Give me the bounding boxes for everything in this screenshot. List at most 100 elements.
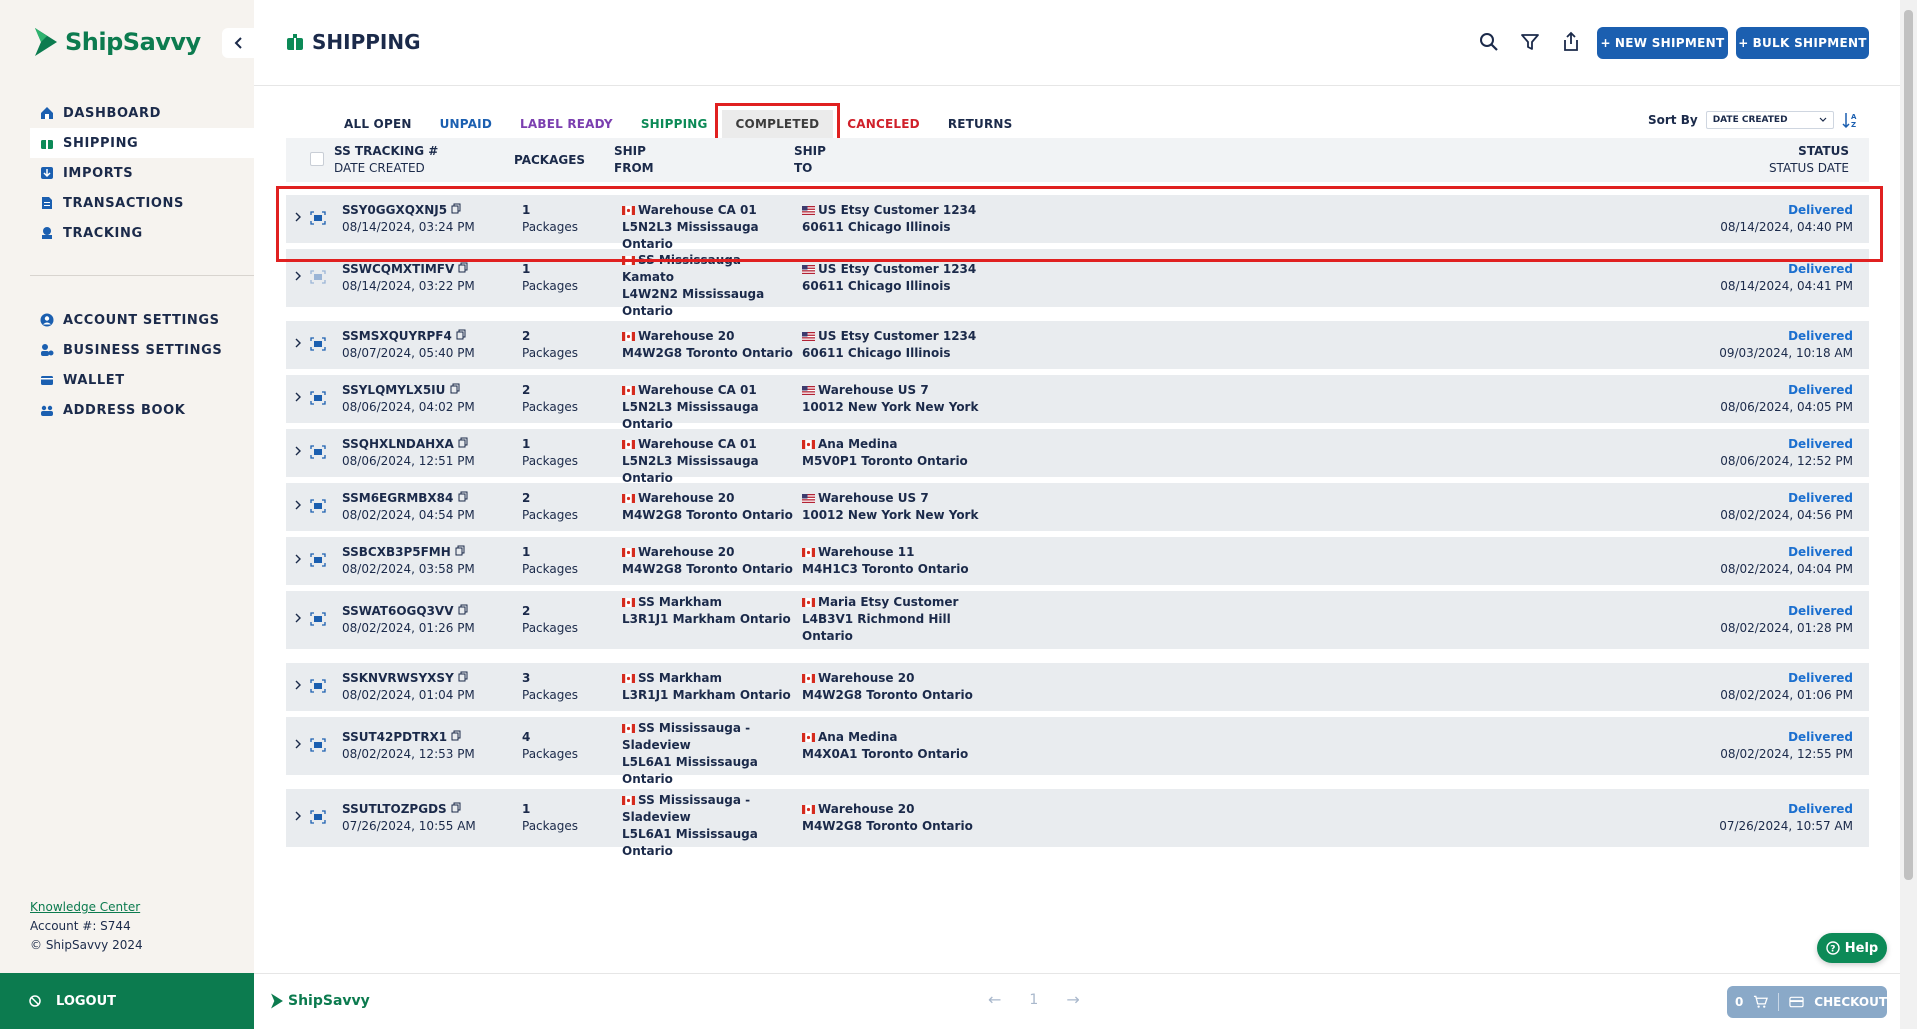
expand-row-button[interactable]: [294, 337, 302, 354]
sort-direction-icon[interactable]: AZ: [1842, 111, 1858, 129]
sidebar-item-business-settings[interactable]: BUSINESS SETTINGS: [30, 335, 254, 365]
copy-icon[interactable]: [450, 383, 460, 394]
packages-cell: 3 Packages: [522, 670, 578, 704]
table-row[interactable]: SSWCQMXTIMFV 08/14/2024, 03:22 PM 1 Packag…: [286, 249, 1869, 318]
search-button[interactable]: [1477, 30, 1501, 54]
expand-row-button[interactable]: [294, 211, 302, 228]
arrow-right-icon[interactable]: →: [1066, 990, 1079, 1009]
arrow-left-icon[interactable]: ←: [988, 990, 1001, 1009]
tracking-number[interactable]: SSM6EGRMBX84: [342, 491, 453, 505]
packages-label: Packages: [522, 220, 578, 234]
sort-select[interactable]: DATE CREATED: [1705, 111, 1834, 129]
scrollbar-thumb[interactable]: [1904, 10, 1913, 880]
select-all-checkbox[interactable]: [310, 152, 324, 166]
tracking-number[interactable]: SSUT42PDTRX1: [342, 730, 447, 744]
tab-all-open[interactable]: ALL OPEN: [330, 110, 426, 138]
expand-row-button[interactable]: [294, 270, 302, 287]
table-row[interactable]: SSQHXLNDAHXA 08/06/2024, 12:51 PM 1 Packag…: [286, 429, 1869, 485]
expand-row-button[interactable]: [294, 445, 302, 462]
tracking-number[interactable]: SSQHXLNDAHXA: [342, 437, 454, 451]
barcode-scan-icon[interactable]: [310, 612, 326, 631]
tab-shipping[interactable]: SHIPPING: [627, 110, 722, 138]
expand-row-button[interactable]: [294, 391, 302, 408]
barcode-scan-icon[interactable]: [310, 810, 326, 829]
barcode-scan-icon[interactable]: [310, 445, 326, 464]
table-row[interactable]: SSYLQMYLX5IU 08/06/2024, 04:02 PM 2 Packag…: [286, 375, 1869, 431]
barcode-scan-icon[interactable]: [310, 391, 326, 410]
knowledge-center-link[interactable]: Knowledge Center: [30, 900, 140, 914]
tracking-number[interactable]: SSY0GGXQXNJ5: [342, 203, 447, 217]
expand-row-button[interactable]: [294, 612, 302, 629]
barcode-scan-icon[interactable]: [310, 499, 326, 518]
page-scrollbar[interactable]: [1900, 0, 1917, 1029]
expand-row-button[interactable]: [294, 738, 302, 755]
bulk-shipment-button[interactable]: + BULK SHIPMENT: [1736, 27, 1869, 59]
sidebar-item-shipping[interactable]: SHIPPING: [30, 128, 254, 158]
barcode-scan-icon[interactable]: [310, 553, 326, 572]
expand-row-button[interactable]: [294, 810, 302, 827]
logout-button[interactable]: LOGOUT: [0, 973, 254, 1029]
tab-completed[interactable]: COMPLETED: [714, 103, 841, 145]
sidebar-item-wallet[interactable]: WALLET: [30, 365, 254, 395]
table-row[interactable]: SSWAT6OGQ3VV 08/02/2024, 01:26 PM 2 Packag…: [286, 591, 1869, 649]
table-row[interactable]: SSY0GGXQXNJ5 08/14/2024, 03:24 PM 1 Packag…: [286, 195, 1869, 251]
table-row[interactable]: SSBCXB3P5FMH 08/02/2024, 03:58 PM 1 Packag…: [286, 537, 1869, 585]
copy-icon[interactable]: [456, 329, 466, 340]
header-ship-to[interactable]: SHIP TO: [794, 143, 826, 177]
tab-label-ready[interactable]: LABEL READY: [506, 110, 627, 138]
table-row[interactable]: SSMSXQUYRPF4 08/07/2024, 05:40 PM 2 Packag…: [286, 321, 1869, 369]
chevron-right-icon: [295, 271, 301, 281]
header-ship-from[interactable]: SHIP FROM: [614, 143, 654, 177]
copy-icon[interactable]: [458, 262, 468, 273]
copy-icon[interactable]: [451, 203, 461, 214]
page-number[interactable]: 1: [1029, 992, 1038, 1008]
barcode-scan-icon[interactable]: [310, 679, 326, 698]
sidebar-item-tracking[interactable]: TRACKING: [30, 218, 254, 248]
checkout-button[interactable]: 0 CHECKOUT: [1727, 986, 1887, 1018]
table-row[interactable]: SSM6EGRMBX84 08/02/2024, 04:54 PM 2 Packag…: [286, 483, 1869, 531]
tracking-number[interactable]: SSMSXQUYRPF4: [342, 329, 452, 343]
tab-unpaid[interactable]: UNPAID: [426, 110, 506, 138]
export-button[interactable]: [1559, 30, 1583, 54]
copy-icon[interactable]: [458, 671, 468, 682]
tracking-number[interactable]: SSWAT6OGQ3VV: [342, 604, 454, 618]
nav-item-label: WALLET: [63, 372, 125, 388]
help-button[interactable]: ? Help: [1817, 933, 1887, 963]
expand-row-button[interactable]: [294, 553, 302, 570]
tab-canceled[interactable]: CANCELED: [833, 110, 934, 138]
barcode-scan-icon[interactable]: [310, 738, 326, 757]
expand-row-button[interactable]: [294, 499, 302, 516]
collapse-sidebar-button[interactable]: [222, 28, 254, 58]
copy-icon[interactable]: [458, 437, 468, 448]
table-row[interactable]: SSKNVRWSYXSY 08/02/2024, 01:04 PM 3 Packag…: [286, 663, 1869, 711]
copy-icon[interactable]: [458, 491, 468, 502]
tracking-number[interactable]: SSWCQMXTIMFV: [342, 262, 454, 276]
new-shipment-button[interactable]: + NEW SHIPMENT: [1597, 27, 1728, 59]
filter-button[interactable]: [1518, 30, 1542, 54]
copy-icon[interactable]: [451, 802, 461, 813]
header-status[interactable]: STATUS STATUS DATE: [1769, 143, 1849, 177]
barcode-scan-icon[interactable]: [310, 270, 326, 289]
tracking-number[interactable]: SSYLQMYLX5IU: [342, 383, 445, 397]
table-row[interactable]: SSUT42PDTRX1 08/02/2024, 12:53 PM 4 Packag…: [286, 717, 1869, 786]
table-row[interactable]: SSUTLTOZPGDS 07/26/2024, 10:55 AM 1 Packag…: [286, 789, 1869, 858]
tracking-number[interactable]: SSUTLTOZPGDS: [342, 802, 447, 816]
sidebar-item-dashboard[interactable]: DASHBOARD: [30, 98, 254, 128]
barcode-scan-icon[interactable]: [310, 211, 326, 230]
header-packages[interactable]: PACKAGES: [514, 152, 585, 169]
copy-icon[interactable]: [458, 604, 468, 615]
sidebar-item-account-settings[interactable]: ACCOUNT SETTINGS: [30, 305, 254, 335]
tab-returns[interactable]: RETURNS: [934, 110, 1027, 138]
copy-icon[interactable]: [455, 545, 465, 556]
header-tracking[interactable]: SS TRACKING # DATE CREATED: [334, 143, 438, 177]
tracking-number[interactable]: SSKNVRWSYXSY: [342, 671, 454, 685]
copy-icon[interactable]: [451, 730, 461, 741]
barcode-scan-icon[interactable]: [310, 337, 326, 356]
sidebar-item-imports[interactable]: IMPORTS: [30, 158, 254, 188]
sidebar-item-transactions[interactable]: TRANSACTIONS: [30, 188, 254, 218]
ship-to-line: Warehouse 11: [802, 544, 982, 561]
expand-row-button[interactable]: [294, 679, 302, 696]
sidebar-item-address-book[interactable]: ADDRESS BOOK: [30, 395, 254, 425]
tracking-number[interactable]: SSBCXB3P5FMH: [342, 545, 451, 559]
logo[interactable]: ShipSavvy: [33, 26, 201, 58]
